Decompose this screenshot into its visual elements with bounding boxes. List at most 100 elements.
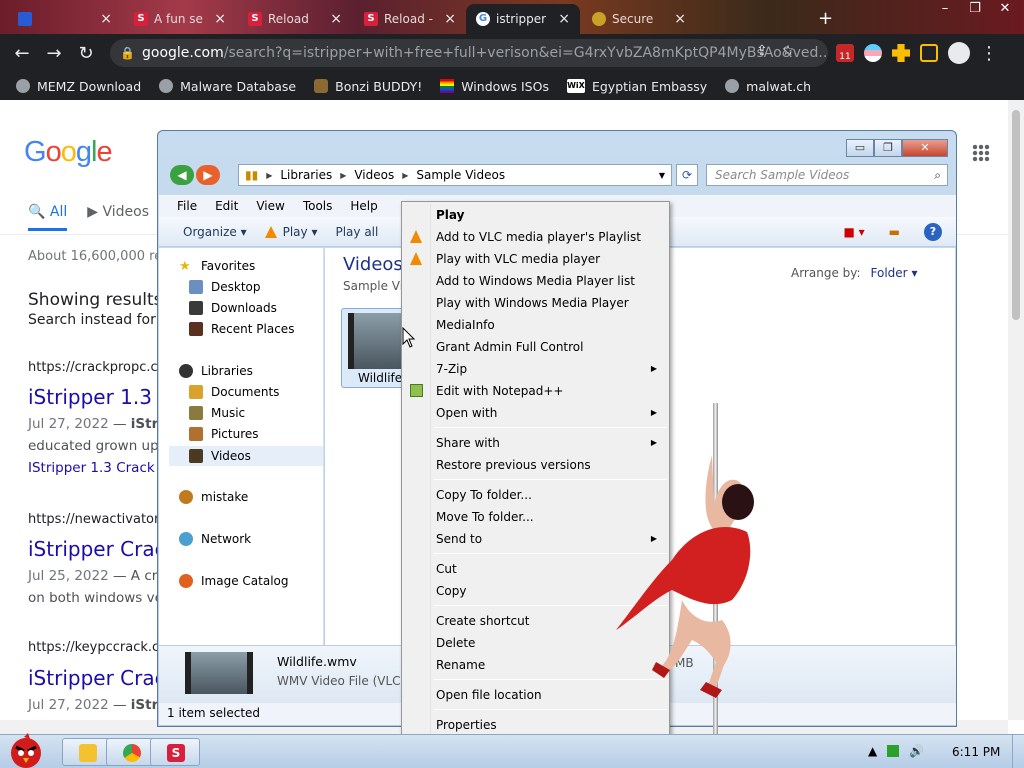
tab-active[interactable]: G istripper ×: [466, 4, 580, 34]
breadcrumb-item[interactable]: Sample Videos: [416, 168, 505, 182]
menu-item-play-with-windows-media-player[interactable]: Play with Windows Media Player: [404, 292, 667, 314]
bookmark-star-icon[interactable]: ☆: [782, 43, 795, 59]
google-apps-icon[interactable]: [972, 144, 990, 162]
close-tab-icon[interactable]: ×: [214, 11, 226, 27]
nav-videos[interactable]: Videos: [169, 446, 323, 466]
profile-avatar-icon[interactable]: [948, 42, 970, 64]
taskbar-app[interactable]: S: [150, 738, 200, 766]
close-tab-icon[interactable]: ×: [330, 11, 342, 27]
bookmark-memz[interactable]: MEMZ Download: [16, 79, 141, 94]
bookmark-malware-database[interactable]: Malware Database: [159, 79, 296, 94]
clock[interactable]: 6:11 PM: [952, 745, 1000, 759]
nav-documents[interactable]: Documents: [189, 385, 279, 399]
view-options-icon[interactable]: ■ ▾: [843, 225, 864, 239]
explorer-search-input[interactable]: Search Sample Videos ⌕: [706, 164, 948, 186]
nav-libraries[interactable]: Libraries: [179, 364, 253, 378]
tab-4[interactable]: S Reload - ×: [354, 4, 466, 34]
menu-help[interactable]: Help: [350, 199, 377, 213]
bookmark-bonzi[interactable]: Bonzi BUDDY!: [314, 79, 422, 94]
menu-view[interactable]: View: [256, 199, 284, 213]
back-icon[interactable]: ←: [6, 43, 38, 64]
trans-flag-extension-icon[interactable]: [864, 44, 882, 62]
result-url[interactable]: https://keypccrack.co: [28, 640, 167, 655]
menu-edit[interactable]: Edit: [215, 199, 238, 213]
tab-3[interactable]: S Reload ×: [238, 4, 352, 34]
menu-item-add-to-vlc-media-player-s-playlist[interactable]: Add to VLC media player's Playlist: [404, 226, 667, 248]
result-url[interactable]: https://newactivators: [28, 512, 166, 527]
forward-icon[interactable]: →: [38, 43, 70, 64]
network-tray-icon[interactable]: [887, 745, 900, 757]
bookmark-windows-isos[interactable]: Windows ISOs: [440, 79, 549, 94]
minimize-icon[interactable]: ▭: [846, 139, 874, 157]
tray-expand-icon[interactable]: ▲: [868, 744, 877, 758]
tab-videos[interactable]: ▶ Videos: [87, 204, 149, 231]
side-panel-icon[interactable]: [920, 44, 938, 62]
bookmark-malwatch[interactable]: malwat.ch: [725, 79, 811, 94]
forward-arrow-icon[interactable]: ▶: [196, 165, 220, 185]
breadcrumb-item[interactable]: Videos: [354, 168, 394, 182]
taskbar-chrome[interactable]: [106, 738, 156, 766]
nav-network[interactable]: Network: [179, 532, 251, 546]
nav-favorites[interactable]: ★ Favorites: [179, 259, 255, 274]
close-tab-icon[interactable]: ×: [674, 11, 686, 27]
nav-music[interactable]: Music: [189, 406, 245, 420]
menu-item-edit-with-notepad[interactable]: Edit with Notepad++: [404, 380, 667, 402]
back-arrow-icon[interactable]: ◀: [170, 165, 194, 185]
result-title[interactable]: iStripper Crack: [28, 537, 177, 561]
address-bar[interactable]: 🔒 google.com/search?q=istripper+with+fre…: [110, 39, 828, 67]
close-tab-icon[interactable]: ×: [558, 11, 570, 27]
taskbar-explorer[interactable]: [62, 738, 112, 766]
show-desktop-button[interactable]: [1012, 735, 1024, 768]
menu-item-mediainfo[interactable]: MediaInfo: [404, 314, 667, 336]
menu-item-add-to-windows-media-player-list[interactable]: Add to Windows Media Player list: [404, 270, 667, 292]
maximize-icon[interactable]: ❐: [960, 0, 990, 20]
extensions-puzzle-icon[interactable]: [892, 44, 910, 62]
nav-downloads[interactable]: Downloads: [189, 301, 277, 315]
chrome-menu-icon[interactable]: ⋮: [980, 43, 998, 64]
play-all-button[interactable]: Play all: [335, 225, 378, 239]
volume-icon[interactable]: 🔊: [909, 744, 924, 758]
page-scrollbar[interactable]: [1008, 100, 1024, 720]
bookmark-egyptian-embassy[interactable]: WiX Egyptian Embassy: [566, 79, 707, 94]
close-icon[interactable]: ✕: [990, 0, 1020, 20]
arrange-by-dropdown[interactable]: Folder ▾: [871, 266, 918, 280]
preview-pane-icon[interactable]: ▬: [889, 225, 900, 239]
organize-button[interactable]: Organize ▾: [183, 225, 247, 239]
minimize-icon[interactable]: –: [930, 0, 960, 20]
tab-2[interactable]: S A fun se ×: [124, 4, 236, 34]
result-title[interactable]: iStripper 1.3 C: [28, 385, 172, 409]
breadcrumb[interactable]: ▮▮ ▶ Libraries ▶ Videos ▶ Sample Videos …: [238, 164, 672, 186]
start-button-angry-bird-icon[interactable]: [4, 731, 48, 768]
menu-item-7-zip[interactable]: 7-Zip ▶: [404, 358, 667, 380]
menu-item-properties[interactable]: Properties: [404, 714, 667, 736]
nav-image-catalog[interactable]: Image Catalog: [179, 574, 288, 588]
menu-item-grant-admin-full-control[interactable]: Grant Admin Full Control: [404, 336, 667, 358]
nav-recent-places[interactable]: Recent Places: [189, 322, 294, 336]
menu-item-play-with-vlc-media-player[interactable]: Play with VLC media player: [404, 248, 667, 270]
new-tab-icon[interactable]: +: [818, 8, 833, 29]
share-icon[interactable]: ⇪: [756, 43, 768, 59]
menu-file[interactable]: File: [177, 199, 197, 213]
tab-all[interactable]: 🔍 All: [28, 204, 68, 231]
play-button[interactable]: Play ▾: [264, 225, 317, 239]
scrollbar-thumb[interactable]: [1012, 110, 1020, 320]
menu-item-play[interactable]: Play: [404, 204, 667, 226]
close-icon[interactable]: ✕: [902, 139, 948, 157]
maximize-icon[interactable]: ❐: [874, 139, 902, 157]
nav-desktop[interactable]: Desktop: [189, 280, 261, 294]
tab-1[interactable]: ×: [8, 4, 122, 34]
tab-6[interactable]: Secure ×: [582, 4, 696, 34]
result-title[interactable]: iStripper Crack: [28, 666, 177, 690]
result-url[interactable]: https://crackpropc.co: [28, 360, 166, 375]
breadcrumb-item[interactable]: Libraries: [280, 168, 332, 182]
result-sitelink[interactable]: IStripper 1.3 Crack &: [28, 460, 170, 476]
google-logo[interactable]: Google: [24, 136, 113, 169]
ublock-icon[interactable]: 11: [836, 44, 854, 62]
reload-icon[interactable]: ↻: [70, 43, 102, 64]
nav-pictures[interactable]: Pictures: [189, 427, 259, 441]
close-tab-icon[interactable]: ×: [444, 11, 456, 27]
menu-tools[interactable]: Tools: [303, 199, 333, 213]
close-tab-icon[interactable]: ×: [100, 11, 112, 27]
chevron-down-icon[interactable]: ▼: [659, 171, 665, 180]
help-icon[interactable]: ?: [924, 223, 942, 241]
